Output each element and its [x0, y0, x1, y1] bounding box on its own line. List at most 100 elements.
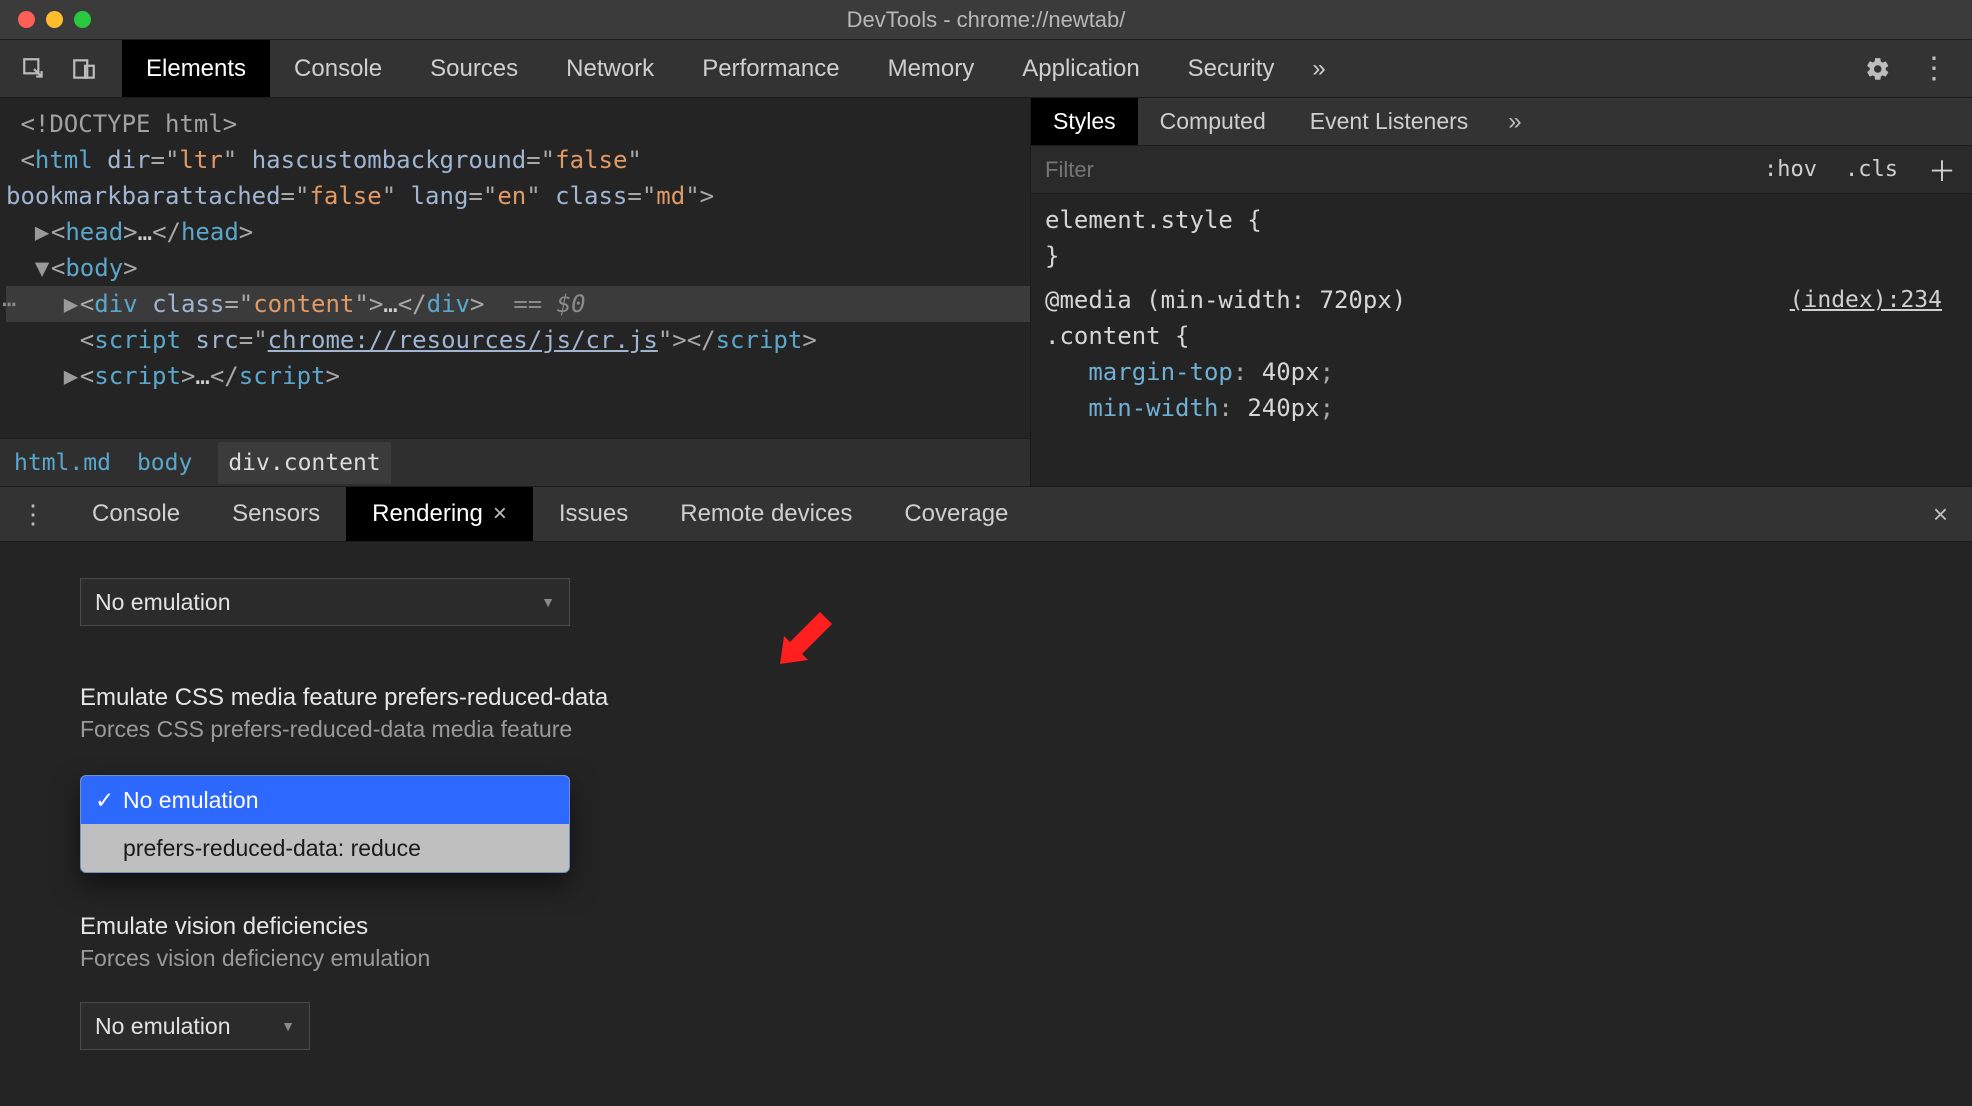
styles-rules[interactable]: element.style { } @media (min-width: 720…	[1031, 194, 1972, 434]
script-src-link[interactable]: chrome://resources/js/cr.js	[268, 326, 658, 354]
option-label: No emulation	[123, 787, 259, 814]
select-option[interactable]: prefers-reduced-data: reduce	[81, 824, 569, 872]
breadcrumb-item[interactable]: body	[137, 450, 192, 476]
section-heading: Emulate vision deficiencies	[80, 913, 1972, 941]
section-heading: Emulate CSS media feature prefers-reduce…	[80, 684, 1972, 712]
styles-panel: Styles Computed Event Listeners » :hov .…	[1030, 98, 1972, 486]
tab-label: Styles	[1053, 108, 1116, 135]
mac-traffic-lights	[18, 11, 91, 28]
drawer-close-icon[interactable]: ×	[1909, 487, 1972, 541]
section-description: Forces vision deficiency emulation	[80, 945, 1972, 972]
select-value: No emulation	[95, 589, 231, 616]
styles-filter-row: :hov .cls ＋	[1031, 146, 1972, 194]
selected-dom-node[interactable]: ⋯ ▶<div class="content">…</div> == $0	[6, 286, 1030, 322]
drawer-menu-icon[interactable]: ⋮	[0, 487, 66, 541]
dropdown-caret-icon: ▼	[281, 1018, 295, 1034]
media-query: @media (min-width: 720px)	[1045, 286, 1406, 314]
cls-toggle[interactable]: .cls	[1831, 157, 1912, 182]
tab-elements[interactable]: Elements	[122, 40, 270, 97]
rule-selector: .content {	[1045, 318, 1958, 354]
tab-label: Console	[92, 500, 180, 528]
section-description: Forces CSS prefers-reduced-data media fe…	[80, 716, 1972, 743]
tab-console[interactable]: Console	[270, 40, 406, 97]
tab-application[interactable]: Application	[998, 40, 1163, 97]
prefers-reduced-data-section: Emulate CSS media feature prefers-reduce…	[80, 684, 1972, 873]
option-label: prefers-reduced-data: reduce	[123, 835, 421, 862]
collapse-triangle-icon[interactable]: ▼	[35, 250, 51, 286]
tab-computed[interactable]: Computed	[1138, 98, 1288, 145]
expand-triangle-icon[interactable]: ▶	[64, 286, 80, 322]
tab-label: Network	[566, 55, 654, 83]
drawer-tab-rendering[interactable]: Rendering ×	[346, 487, 533, 541]
tab-label: Issues	[559, 500, 628, 528]
tab-styles[interactable]: Styles	[1031, 98, 1138, 145]
tab-network[interactable]: Network	[542, 40, 678, 97]
hov-toggle[interactable]: :hov	[1750, 157, 1831, 182]
vision-deficiencies-section: Emulate vision deficiencies Forces visio…	[80, 913, 1972, 1050]
tab-security[interactable]: Security	[1164, 40, 1299, 97]
tab-label: Memory	[888, 55, 975, 83]
drawer-tab-console[interactable]: Console	[66, 487, 206, 541]
expand-triangle-icon[interactable]: ▶	[64, 358, 80, 394]
expand-triangle-icon[interactable]: ▶	[35, 214, 51, 250]
tab-label: Sources	[430, 55, 518, 83]
gutter-dots-icon: ⋯	[2, 286, 18, 322]
tab-label: Rendering	[372, 500, 483, 528]
tab-label: Remote devices	[680, 500, 852, 528]
drawer-tab-coverage[interactable]: Coverage	[878, 487, 1034, 541]
elements-dom-panel: <!DOCTYPE html> <html dir="ltr" hascusto…	[0, 98, 1030, 486]
dropdown-caret-icon: ▼	[541, 594, 555, 610]
styles-tabs: Styles Computed Event Listeners »	[1031, 98, 1972, 146]
element-style-selector: element.style {	[1045, 202, 1958, 238]
drawer-tab-sensors[interactable]: Sensors	[206, 487, 346, 541]
dom-source[interactable]: <!DOCTYPE html> <html dir="ltr" hascusto…	[0, 98, 1030, 438]
new-style-rule-icon[interactable]: ＋	[1912, 150, 1972, 190]
more-tabs-chevron-icon[interactable]: »	[1298, 40, 1339, 97]
select-option[interactable]: ✓ No emulation	[81, 776, 569, 824]
tab-performance[interactable]: Performance	[678, 40, 863, 97]
drawer-tab-issues[interactable]: Issues	[533, 487, 654, 541]
tab-sources[interactable]: Sources	[406, 40, 542, 97]
tab-label: Elements	[146, 55, 246, 83]
zoom-window-icon[interactable]	[74, 11, 91, 28]
checkmark-icon: ✓	[95, 787, 113, 814]
breadcrumb-item[interactable]: div.content	[218, 442, 390, 484]
tab-memory[interactable]: Memory	[864, 40, 999, 97]
minimize-window-icon[interactable]	[46, 11, 63, 28]
drawer-tab-remote-devices[interactable]: Remote devices	[654, 487, 878, 541]
settings-gear-icon[interactable]	[1864, 55, 1892, 83]
css-value[interactable]: 240px	[1247, 394, 1319, 422]
close-window-icon[interactable]	[18, 11, 35, 28]
device-toolbar-icon[interactable]	[70, 55, 98, 83]
css-property[interactable]: margin-top	[1088, 358, 1233, 386]
elements-breadcrumb: html.md body div.content	[0, 438, 1030, 486]
element-style-close: }	[1045, 238, 1958, 274]
devtools-main-tabs: Elements Console Sources Network Perform…	[0, 40, 1972, 98]
styles-filter-input[interactable]	[1031, 146, 1750, 193]
drawer-tabs: ⋮ Console Sensors Rendering × Issues Remo…	[0, 486, 1972, 542]
inspect-icon[interactable]	[20, 55, 48, 83]
selected-eq0: == $0	[513, 290, 585, 318]
doctype-line: <!DOCTYPE html>	[20, 110, 237, 138]
more-tabs-chevron-icon[interactable]: »	[1490, 98, 1539, 145]
breadcrumb-item[interactable]: html.md	[14, 450, 111, 476]
css-property[interactable]: min-width	[1088, 394, 1218, 422]
window-title: DevTools - chrome://newtab/	[0, 7, 1972, 33]
tab-label: Sensors	[232, 500, 320, 528]
tab-label: Coverage	[904, 500, 1008, 528]
kebab-menu-icon[interactable]: ⋮	[1920, 55, 1948, 83]
tab-label: Security	[1188, 55, 1275, 83]
tab-event-listeners[interactable]: Event Listeners	[1288, 98, 1491, 145]
prefers-reduced-data-select-open[interactable]: ✓ No emulation prefers-reduced-data: red…	[80, 775, 570, 873]
tab-label: Event Listeners	[1310, 108, 1469, 135]
window-titlebar: DevTools - chrome://newtab/	[0, 0, 1972, 40]
vision-deficiency-select[interactable]: No emulation ▼	[80, 1002, 310, 1050]
generic-emulation-select[interactable]: No emulation ▼	[80, 578, 570, 626]
tab-label: Computed	[1160, 108, 1266, 135]
tab-label: Application	[1022, 55, 1139, 83]
close-tab-icon[interactable]: ×	[493, 500, 507, 528]
annotation-arrow-icon	[760, 594, 850, 684]
source-link[interactable]: (index):234	[1790, 282, 1942, 318]
css-value[interactable]: 40px	[1262, 358, 1320, 386]
select-value: No emulation	[95, 1013, 231, 1040]
